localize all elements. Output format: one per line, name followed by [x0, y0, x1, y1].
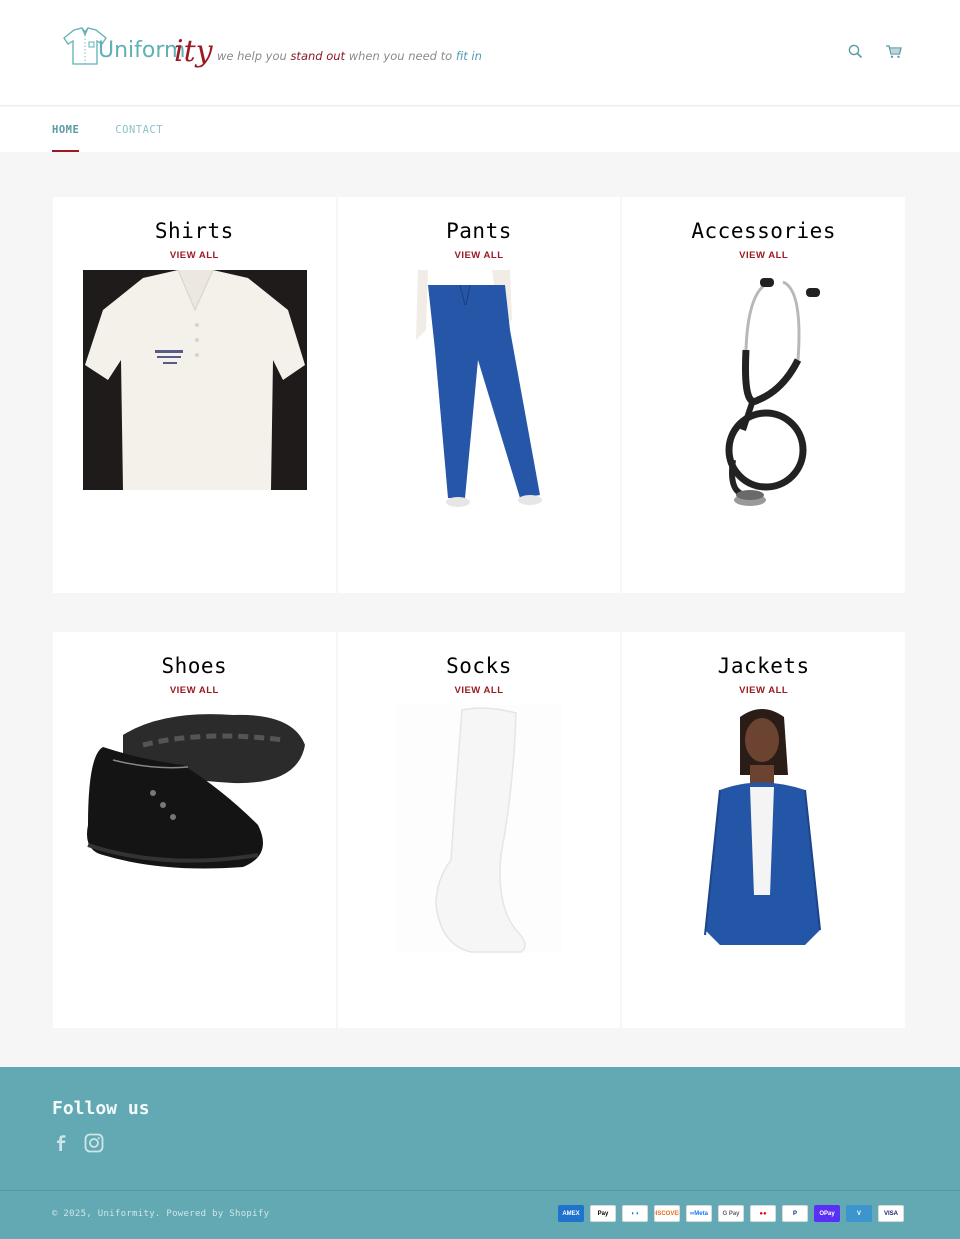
collection-grid-row-2: Shoes VIEW ALL Socks VIEW ALL Jackets VI… — [53, 632, 906, 1028]
apple-pay-icon: Pay — [590, 1205, 616, 1222]
cart-icon — [885, 44, 902, 58]
shirt-image[interactable] — [83, 270, 307, 490]
collection-tile-accessories[interactable]: Accessories VIEW ALL — [622, 197, 906, 593]
facebook-link[interactable] — [52, 1133, 70, 1153]
site-logo[interactable]: Uniform ity we help you stand out when y… — [60, 24, 482, 88]
collection-tile-shirts[interactable]: Shirts VIEW ALL — [53, 197, 336, 593]
google-pay-icon: G Pay — [718, 1205, 744, 1222]
logo-tagline: we help you stand out when you need to f… — [217, 49, 482, 63]
collection-title: Jackets — [717, 654, 810, 678]
search-button[interactable] — [846, 42, 864, 60]
collection-tile-shoes[interactable]: Shoes VIEW ALL — [53, 632, 336, 1028]
view-all-link[interactable]: VIEW ALL — [53, 250, 336, 261]
mastercard-icon: ●● — [750, 1205, 776, 1222]
follow-us-heading: Follow us — [52, 1098, 150, 1119]
collection-title: Accessories — [691, 219, 836, 243]
pants-image[interactable] — [409, 270, 550, 510]
paypal-icon: P — [782, 1205, 808, 1222]
diners-club-icon: ◐◑ — [622, 1205, 648, 1222]
payment-icons: AMEX Pay ◐◑ DISCOVER ∞Meta G Pay ●● P OP… — [558, 1205, 904, 1222]
nav-item-contact[interactable]: CONTACT — [115, 107, 163, 152]
site-footer: Follow us © 2025, Uniformity. Powered by… — [0, 1067, 960, 1239]
collection-title: Pants — [446, 219, 512, 243]
collection-tile-pants[interactable]: Pants VIEW ALL — [337, 197, 621, 593]
collection-title: Socks — [446, 654, 512, 678]
view-all-link[interactable]: VIEW ALL — [338, 250, 621, 261]
logo-wordmark: Uniform — [98, 38, 186, 63]
meta-pay-icon: ∞Meta — [686, 1205, 712, 1222]
facebook-icon — [57, 1135, 66, 1151]
header-icons — [846, 42, 902, 60]
social-links — [52, 1133, 104, 1153]
view-all-link[interactable]: VIEW ALL — [622, 685, 905, 696]
collection-title: Shirts — [154, 219, 234, 243]
discover-icon: DISCOVER — [654, 1205, 680, 1222]
amex-icon: AMEX — [558, 1205, 584, 1222]
site-header: Uniform ity we help you stand out when y… — [0, 0, 960, 106]
cart-button[interactable] — [884, 42, 902, 60]
instagram-icon — [84, 1133, 104, 1153]
collection-title: Shoes — [161, 654, 228, 678]
collection-tile-socks[interactable]: Socks VIEW ALL — [337, 632, 621, 1028]
search-icon — [848, 44, 862, 58]
tagline-fit-in: fit in — [455, 49, 482, 63]
instagram-link[interactable] — [84, 1133, 104, 1153]
footer-divider — [0, 1190, 960, 1191]
view-all-link[interactable]: VIEW ALL — [338, 685, 621, 696]
jacket-image[interactable] — [680, 705, 849, 945]
collection-tile-jackets[interactable]: Jackets VIEW ALL — [622, 632, 906, 1028]
logo-wordmark-suffix: ity — [174, 34, 213, 69]
view-all-link[interactable]: VIEW ALL — [53, 685, 336, 696]
shoes-image[interactable] — [83, 705, 307, 877]
tagline-stand-out: stand out — [290, 49, 346, 63]
main-navigation: HOME CONTACT — [0, 107, 960, 152]
collection-grid-row-1: Shirts VIEW ALL Pants VIEW ALL Accessori… — [53, 197, 906, 593]
tagline-part: we help you — [217, 49, 291, 63]
shop-pay-icon: OPay — [814, 1205, 840, 1222]
sock-image[interactable] — [395, 705, 562, 953]
nav-item-home[interactable]: HOME — [52, 107, 80, 152]
nav-list: HOME CONTACT — [52, 107, 163, 152]
copyright-text: © 2025, Uniformity. Powered by Shopify — [52, 1209, 270, 1219]
visa-icon: VISA — [878, 1205, 904, 1222]
view-all-link[interactable]: VIEW ALL — [622, 250, 905, 261]
tagline-part: when you need to — [345, 49, 456, 63]
venmo-icon: V — [846, 1205, 872, 1222]
stethoscope-image[interactable] — [688, 270, 841, 518]
